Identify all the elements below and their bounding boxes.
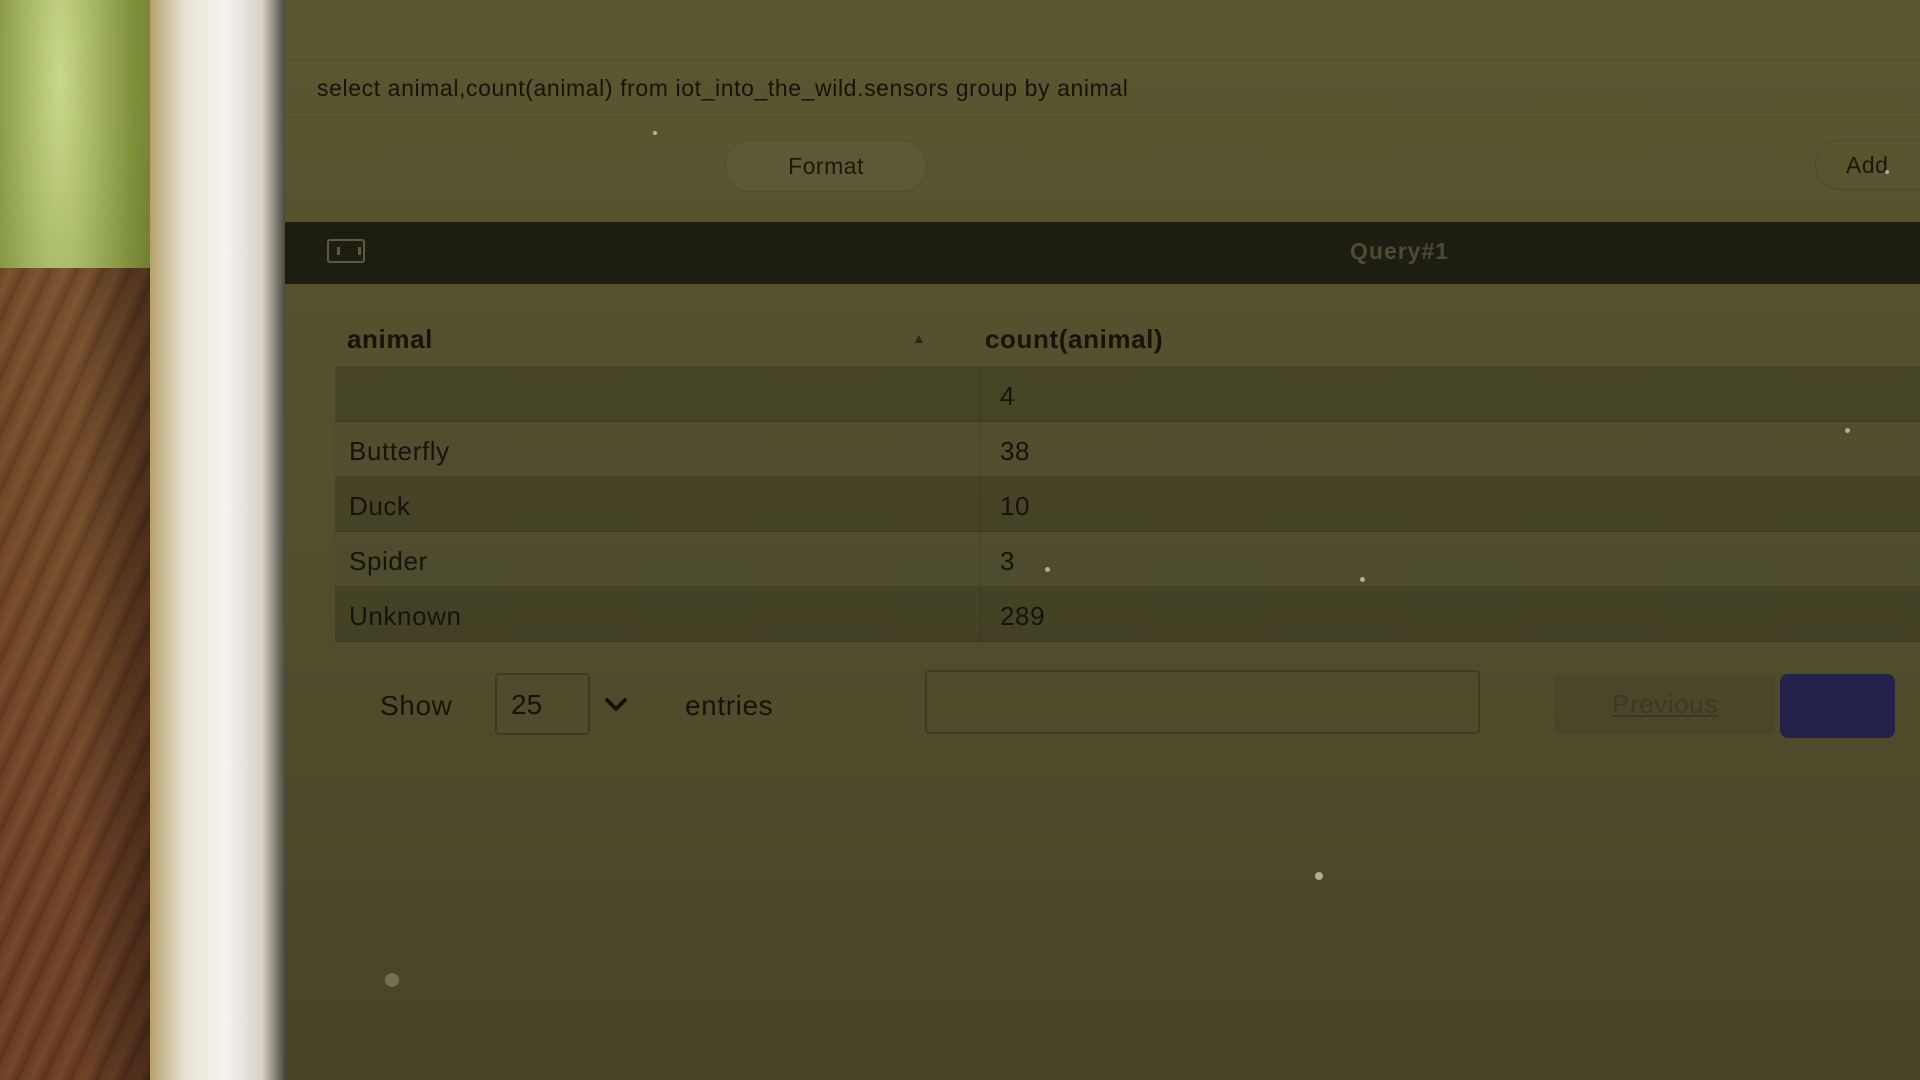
show-label: Show [380, 690, 453, 721]
cell-animal: Duck [349, 491, 411, 521]
tablet-screen: select animal,count(animal) from iot_int… [285, 0, 1920, 1080]
cell-animal: Spider [349, 546, 428, 576]
column-divider [980, 367, 981, 421]
table-row: Unknown 289 [335, 587, 1920, 642]
column-divider [980, 422, 981, 476]
current-page-button[interactable] [1780, 674, 1895, 738]
results-table: animal ▲ count(animal) 4 Butterfly 38 Du… [335, 310, 1920, 642]
table-row: Duck 10 [335, 477, 1920, 532]
chevron-down-icon[interactable] [601, 690, 631, 720]
dust-speck [1360, 577, 1365, 582]
page-size-select[interactable]: 25 [495, 673, 590, 735]
column-divider [980, 587, 981, 641]
query-result-header: Query#1 [285, 222, 1920, 284]
table-header: animal ▲ count(animal) [335, 310, 1920, 367]
dust-speck [653, 131, 657, 135]
dust-speck [1885, 170, 1889, 174]
query-title: Query#1 [1350, 238, 1450, 264]
sql-query-text[interactable]: select animal,count(animal) from iot_int… [317, 75, 1128, 102]
table-row: Butterfly 38 [335, 422, 1920, 477]
format-button[interactable]: Format [725, 140, 927, 192]
search-input[interactable] [925, 670, 1480, 734]
dust-speck [1315, 872, 1323, 880]
dust-speck [1845, 428, 1850, 433]
cell-count: 289 [1000, 601, 1046, 631]
cell-count: 10 [1000, 491, 1031, 521]
table-row: 4 [335, 367, 1920, 422]
previous-button[interactable]: Previous [1555, 674, 1775, 734]
dust-speck [1045, 567, 1050, 572]
entries-label: entries [685, 690, 774, 721]
cell-count: 4 [1000, 381, 1016, 411]
table-row: Spider 3 [335, 532, 1920, 587]
tablet-bezel [150, 0, 290, 1080]
cell-count: 38 [1000, 436, 1031, 466]
cell-animal: Butterfly [349, 436, 450, 466]
column-divider [980, 477, 981, 531]
chart-box-icon[interactable] [327, 239, 365, 263]
sql-editor[interactable]: select animal,count(animal) from iot_int… [285, 60, 1920, 118]
column-header-count[interactable]: count(animal) [985, 324, 1163, 355]
cell-animal: Unknown [349, 601, 462, 631]
sort-up-icon[interactable]: ▲ [912, 330, 926, 346]
cell-count: 3 [1000, 546, 1016, 576]
table-body: 4 Butterfly 38 Duck 10 Spider 3 Unknown … [335, 367, 1920, 642]
dust-speck [385, 973, 399, 987]
column-divider [980, 532, 981, 586]
add-button[interactable]: Add [1815, 140, 1920, 190]
table-footer: Show 25 entries Previous [285, 668, 1920, 748]
column-header-animal[interactable]: animal [347, 324, 433, 355]
